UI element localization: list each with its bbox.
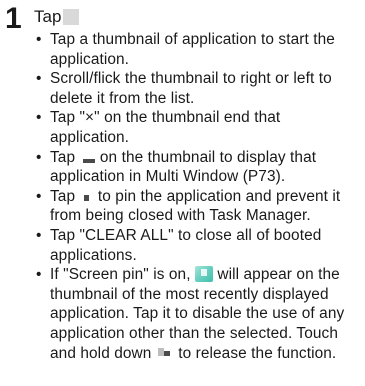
step-number: 1 — [5, 2, 22, 35]
bullet-text: Tap "CLEAR ALL" to close all of booted a… — [50, 226, 322, 264]
back-recent-icon — [156, 344, 174, 360]
bullet-text: Tap "×" on the thumbnail end that applic… — [50, 109, 281, 146]
step-heading: Tap — [34, 7, 80, 27]
bullet-text: Tap — [50, 148, 80, 166]
list-item: Tap to pin the application and prevent i… — [34, 187, 362, 226]
list-item: Tap "×" on the thumbnail end that applic… — [34, 108, 362, 147]
list-item: Scroll/flick the thumbnail to right or l… — [34, 69, 362, 108]
list-item: If "Screen pin" is on, will appear on th… — [34, 265, 362, 363]
bullet-text: Tap — [50, 187, 80, 205]
bullet-text: Tap a thumbnail of application to start … — [50, 31, 335, 68]
recent-apps-icon — [63, 9, 80, 25]
pin-icon — [80, 188, 94, 204]
list-item: Tap "CLEAR ALL" to close all of booted a… — [34, 226, 362, 265]
list-item: Tap a thumbnail of application to start … — [34, 30, 362, 69]
bullet-text: Scroll/flick the thumbnail to right or l… — [50, 70, 332, 107]
bullet-text: to release the function. — [173, 344, 337, 362]
instruction-list: Tap a thumbnail of application to start … — [34, 30, 362, 363]
bullet-text: to pin the application and prevent it fr… — [50, 187, 341, 225]
list-item: Tap on the thumbnail to display that app… — [34, 148, 362, 187]
screen-pin-icon — [194, 266, 213, 283]
bullet-text: If "Screen pin" is on, — [50, 266, 195, 284]
step-heading-text: Tap — [34, 7, 62, 26]
multi-window-icon — [80, 149, 96, 165]
